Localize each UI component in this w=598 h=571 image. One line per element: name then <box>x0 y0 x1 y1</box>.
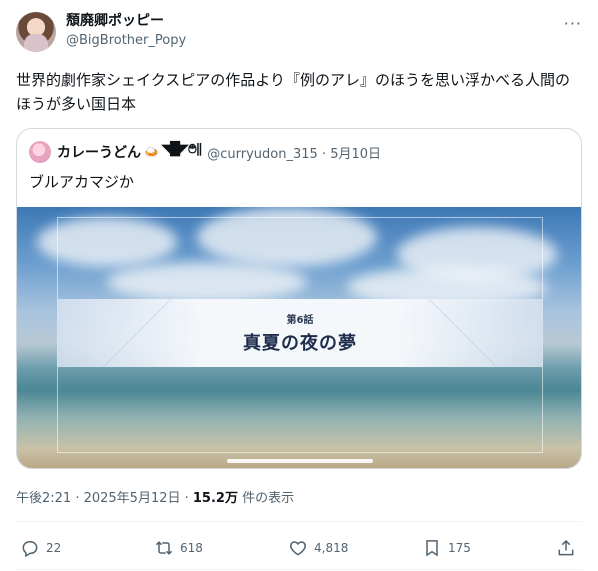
episode-banner: 第6話 真夏の夜の夢 <box>57 299 543 367</box>
author-handle[interactable]: @BigBrother_Popy <box>66 31 186 50</box>
episode-title: 真夏の夜の夢 <box>243 333 357 354</box>
episode-number: 第6話 <box>286 315 314 326</box>
reply-count: 22 <box>46 541 62 555</box>
tweet-meta: 午後2:21 · 2025年5月12日 · 15.2万 件の表示 <box>16 487 294 506</box>
like-count: 4,818 <box>314 541 349 555</box>
repost-count: 618 <box>180 541 203 555</box>
reply-icon <box>22 541 38 558</box>
view-count: 15.2万 <box>192 491 238 506</box>
quoted-tweet-header: カレーうどん 🍛 ◥█̆̈◤࿉∥ @curryudon_315 · 5月10日 <box>29 141 381 163</box>
more-options-icon[interactable]: ··· <box>564 14 582 33</box>
tweet-timestamp[interactable]: 午後2:21 · 2025年5月12日 · <box>16 491 193 506</box>
divider <box>16 521 582 522</box>
quoted-tweet-text: ブルアカマジか <box>29 173 135 191</box>
curry-emoji: 🍛 <box>144 145 159 159</box>
quoted-tweet[interactable]: カレーうどん 🍛 ◥█̆̈◤࿉∥ @curryudon_315 · 5月10日 … <box>16 128 582 469</box>
bookmark-icon <box>426 540 438 557</box>
action-bar: 22 618 4,818 175 <box>16 533 582 563</box>
view-count-suffix: 件の表示 <box>237 491 295 506</box>
quoted-author-name-symbols: ◥█̆̈◤࿉∥ <box>160 141 202 157</box>
quoted-author-handle-date: @curryudon_315 · 5月10日 <box>207 146 382 162</box>
author-display-name[interactable]: 頽廃卿ポッピー <box>66 12 186 31</box>
share-icon <box>558 539 574 556</box>
bookmark-count: 175 <box>448 541 471 555</box>
repost-icon <box>155 541 173 555</box>
media-scrollbar[interactable] <box>227 459 373 463</box>
repost-button[interactable]: 618 <box>154 533 203 563</box>
quoted-media-image[interactable]: 第6話 真夏の夜の夢 <box>17 207 581 468</box>
like-button[interactable]: 4,818 <box>288 533 348 563</box>
tweet-text: 世界的劇作家シェイクスピアの作品より『例のアレ』のほうを思い浮かべる人間のほうが… <box>16 71 570 113</box>
tweet-header: 頽廃卿ポッピー @BigBrother_Popy ··· <box>16 12 582 56</box>
bookmark-button[interactable]: 175 <box>422 533 471 563</box>
author-names: 頽廃卿ポッピー @BigBrother_Popy <box>66 12 186 50</box>
author-avatar[interactable] <box>16 12 56 52</box>
reply-button[interactable]: 22 <box>20 533 61 563</box>
heart-icon <box>290 541 306 556</box>
quoted-author-name: カレーうどん <box>57 145 141 161</box>
divider <box>16 569 582 570</box>
share-button[interactable] <box>556 533 582 563</box>
quoted-author-avatar <box>29 141 51 163</box>
